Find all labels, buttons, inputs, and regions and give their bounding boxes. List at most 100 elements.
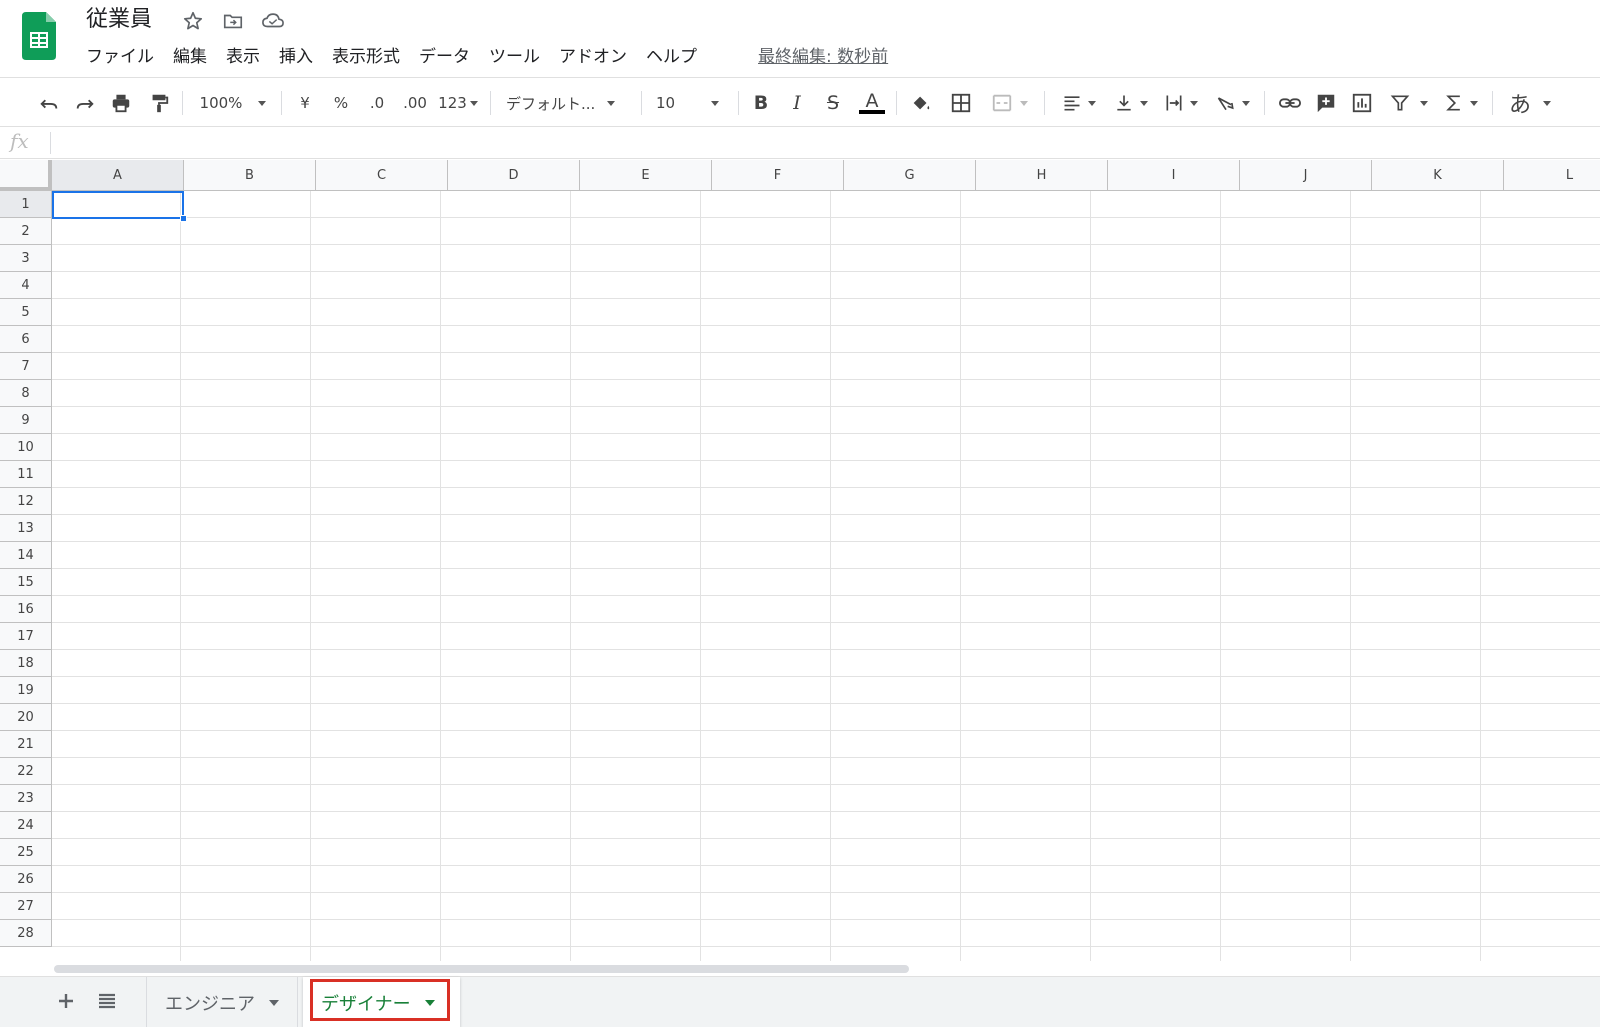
column-header-h[interactable]: H [976, 160, 1108, 191]
row-header-5[interactable]: 5 [0, 299, 52, 326]
sheet-tab-engineer[interactable]: エンジニア [146, 977, 298, 1027]
font-size-label: 10 [656, 94, 676, 112]
row-header-26[interactable]: 26 [0, 866, 52, 893]
menu-insert[interactable]: 挿入 [279, 42, 322, 72]
title-icons [180, 8, 286, 34]
horizontal-scrollbar[interactable] [54, 965, 909, 973]
row-header-19[interactable]: 19 [0, 677, 52, 704]
increase-decimal-button[interactable]: .00 [400, 89, 430, 117]
formula-divider [50, 132, 51, 154]
paint-format-icon[interactable] [146, 89, 172, 117]
text-wrap-icon[interactable] [1160, 89, 1202, 117]
merge-cells-icon[interactable] [986, 89, 1032, 117]
row-header-16[interactable]: 16 [0, 596, 52, 623]
redo-icon[interactable] [72, 89, 98, 117]
input-tools-button[interactable]: あ [1506, 89, 1554, 118]
chevron-down-icon [424, 999, 435, 1006]
undo-icon[interactable] [36, 89, 62, 117]
fill-color-icon[interactable] [908, 89, 934, 117]
add-sheet-button[interactable] [52, 987, 80, 1015]
fill-handle[interactable] [180, 215, 187, 222]
all-sheets-button[interactable] [93, 987, 121, 1015]
row-header-27[interactable]: 27 [0, 893, 52, 920]
row-header-18[interactable]: 18 [0, 650, 52, 677]
row-header-13[interactable]: 13 [0, 515, 52, 542]
menu-edit[interactable]: 編集 [173, 42, 216, 72]
row-header-21[interactable]: 21 [0, 731, 52, 758]
row-header-25[interactable]: 25 [0, 839, 52, 866]
vertical-align-icon[interactable] [1110, 89, 1152, 117]
filter-icon[interactable] [1386, 89, 1432, 117]
bold-button[interactable]: B [750, 89, 772, 117]
document-title[interactable]: 従業員 [86, 4, 152, 36]
row-header-4[interactable]: 4 [0, 272, 52, 299]
row-header-11[interactable]: 11 [0, 461, 52, 488]
column-header-b[interactable]: B [184, 160, 316, 191]
text-color-button[interactable]: A [858, 89, 886, 117]
column-header-i[interactable]: I [1108, 160, 1240, 191]
column-header-l[interactable]: L [1504, 160, 1600, 191]
horizontal-align-icon[interactable] [1058, 89, 1100, 117]
row-header-12[interactable]: 12 [0, 488, 52, 515]
row-header-6[interactable]: 6 [0, 326, 52, 353]
column-header-c[interactable]: C [316, 160, 448, 191]
row-header-2[interactable]: 2 [0, 218, 52, 245]
row-header-15[interactable]: 15 [0, 569, 52, 596]
row-header-24[interactable]: 24 [0, 812, 52, 839]
star-icon[interactable] [180, 8, 206, 34]
column-header-e[interactable]: E [580, 160, 712, 191]
cloud-saved-icon[interactable] [260, 8, 286, 34]
zoom-select[interactable]: 100% [196, 89, 270, 117]
row-header-20[interactable]: 20 [0, 704, 52, 731]
insert-comment-icon[interactable] [1312, 89, 1340, 117]
print-icon[interactable] [108, 89, 134, 117]
column-header-a[interactable]: A [52, 160, 184, 191]
format-percent-button[interactable]: % [330, 89, 352, 117]
font-size-select[interactable]: 10 [656, 89, 728, 117]
formula-input[interactable] [60, 132, 1590, 156]
column-header-j[interactable]: J [1240, 160, 1372, 191]
column-header-f[interactable]: F [712, 160, 844, 191]
row-header-1[interactable]: 1 [0, 191, 52, 218]
format-currency-button[interactable]: ¥ [294, 89, 316, 117]
row-header-8[interactable]: 8 [0, 380, 52, 407]
strikethrough-button[interactable]: S [822, 89, 844, 117]
row-header-28[interactable]: 28 [0, 920, 52, 947]
row-header-3[interactable]: 3 [0, 245, 52, 272]
column-header-k[interactable]: K [1372, 160, 1504, 191]
menu-data[interactable]: データ [419, 42, 479, 72]
insert-chart-icon[interactable] [1348, 89, 1376, 117]
plus-icon [59, 994, 73, 1008]
column-header-g[interactable]: G [844, 160, 976, 191]
borders-icon[interactable] [948, 89, 974, 117]
sheet-tab-designer[interactable]: デザイナー [303, 977, 460, 1027]
row-header-10[interactable]: 10 [0, 434, 52, 461]
row-header-9[interactable]: 9 [0, 407, 52, 434]
menu-addons[interactable]: アドオン [559, 42, 636, 72]
row-header-7[interactable]: 7 [0, 353, 52, 380]
functions-icon[interactable] [1440, 89, 1482, 117]
decrease-decimal-button[interactable]: .0 [364, 89, 390, 117]
text-rotation-icon[interactable] [1212, 89, 1254, 117]
font-select[interactable]: デフォルト... [506, 89, 630, 117]
select-all-corner[interactable] [0, 160, 52, 191]
column-header-d[interactable]: D [448, 160, 580, 191]
row-header-14[interactable]: 14 [0, 542, 52, 569]
menu-file[interactable]: ファイル [86, 42, 163, 72]
last-edit-link[interactable]: 最終編集: 数秒前 [758, 42, 888, 72]
menu-view[interactable]: 表示 [226, 42, 269, 72]
row-header-22[interactable]: 22 [0, 758, 52, 785]
sheets-logo-icon[interactable] [22, 12, 56, 60]
menu-format[interactable]: 表示形式 [332, 42, 409, 72]
menu-tools[interactable]: ツール [489, 42, 549, 72]
move-folder-icon[interactable] [220, 8, 246, 34]
row-header-23[interactable]: 23 [0, 785, 52, 812]
italic-button[interactable]: I [786, 89, 808, 117]
cell-area[interactable] [52, 191, 1600, 961]
selected-cell-a1[interactable] [52, 191, 184, 219]
number-format-select[interactable]: 123 [436, 89, 480, 117]
insert-link-icon[interactable] [1276, 89, 1304, 117]
increase-decimal-label: .00 [403, 94, 427, 112]
menu-help[interactable]: ヘルプ [646, 42, 706, 72]
row-header-17[interactable]: 17 [0, 623, 52, 650]
